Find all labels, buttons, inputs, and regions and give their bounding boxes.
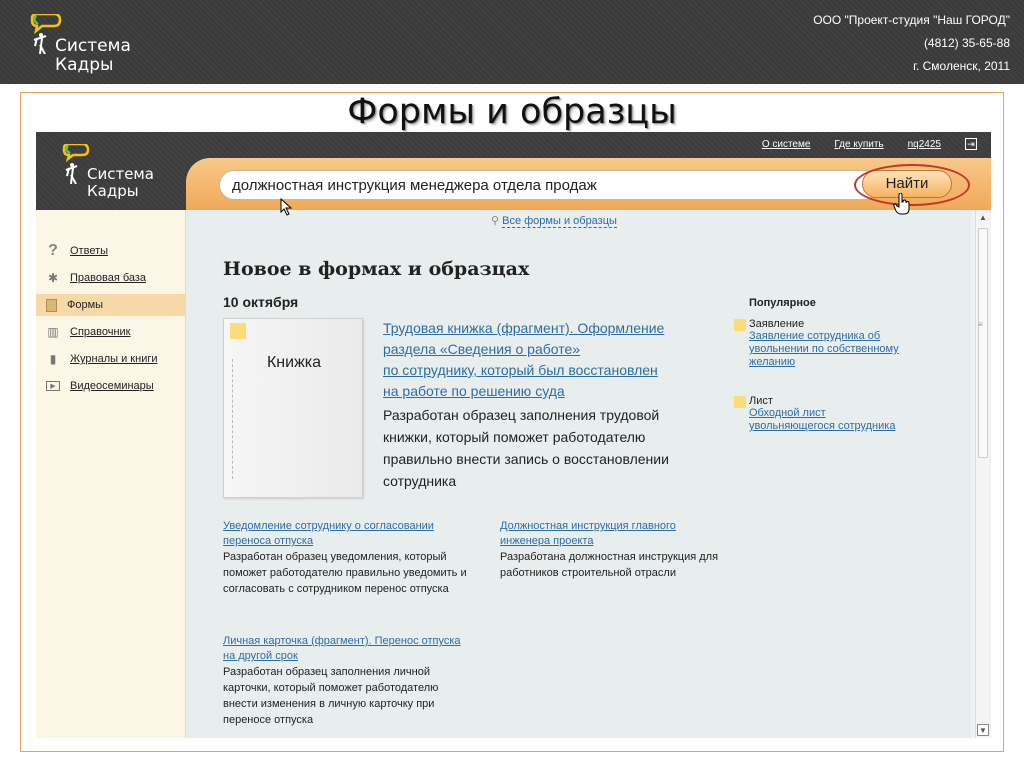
popular-item-title: Заявление (749, 318, 805, 330)
sidebar-item-label: Ответы (70, 245, 109, 257)
highlight-ring (854, 164, 970, 206)
book-thumbnail[interactable]: Книжка (223, 318, 363, 498)
feature-link[interactable]: Трудовая книжка (фрагмент). Оформление р… (383, 318, 703, 402)
sidebar: ? Ответы ✱ Правовая база Формы ▥ Справоч… (36, 210, 186, 738)
app-window: Система Кадры О системе Где купить nq242… (36, 132, 991, 738)
popular-item-link[interactable]: Обходной лист увольняющегося сотрудника (749, 407, 904, 433)
form-card: Личная карточка (фрагмент). Перенос отпу… (223, 634, 468, 728)
company-phone: (4812) 35-65-88 (923, 36, 1010, 50)
video-icon: ▶ (46, 381, 60, 391)
feature-link-line: Трудовая книжка (фрагмент). Оформление (383, 320, 665, 336)
scroll-grip-icon: ≡ (978, 320, 983, 329)
feature-link-line: на работе по решению суда (383, 383, 565, 399)
all-forms-label: Все формы и образцы (502, 215, 617, 228)
scroll-up-icon[interactable]: ▲ (977, 212, 989, 224)
slide-title: Формы и образцы (347, 92, 677, 132)
sidebar-item-law[interactable]: ✱ Правовая база (36, 267, 186, 289)
feature-description: Разработан образец заполнения трудовой к… (383, 407, 669, 489)
link-user[interactable]: nq2425 (908, 139, 941, 150)
popular-item: Лист Обходной лист увольняющегося сотруд… (734, 395, 904, 433)
sidebar-item-forms[interactable]: Формы (36, 294, 186, 316)
top-links: О системе Где купить nq2425 ⇥ (762, 138, 977, 150)
book-icon: ▥ (47, 325, 59, 339)
sidebar-item-answers[interactable]: ? Ответы (36, 240, 186, 262)
company-info: ООО "Проект-студия "Наш ГОРОД" (4812) 35… (813, 9, 1010, 78)
form-card: Уведомление сотруднику о согласовании пе… (223, 519, 473, 597)
emblem-icon: ✱ (47, 271, 59, 285)
app-logo-icon (62, 144, 90, 184)
sidebar-item-journals[interactable]: ▮ Журналы и книги (36, 348, 186, 370)
main-content: ⚲ Все формы и образцы Новое в формах и о… (186, 210, 971, 738)
tag-icon (734, 396, 746, 408)
form-card-link[interactable]: Уведомление сотруднику о согласовании пе… (223, 519, 473, 549)
link-buy[interactable]: Где купить (834, 139, 883, 150)
form-card-desc: Разработана должностная инструкция для р… (500, 551, 719, 579)
company-city: г. Смоленск, 2011 (913, 59, 1010, 73)
popular-item: Заявление Заявление сотрудника об увольн… (734, 318, 904, 369)
popular-item-title: Лист (749, 395, 773, 407)
logo-text: Система Кадры (55, 37, 131, 75)
scroll-down-icon[interactable]: ▼ (977, 724, 989, 736)
app-logo-line2: Кадры (87, 182, 139, 200)
company-name: ООО "Проект-студия "Наш ГОРОД" (813, 13, 1010, 27)
popular-item-link[interactable]: Заявление сотрудника об увольнении по со… (749, 330, 904, 369)
feature-link-line: по сотруднику, который был восстановлен (383, 362, 658, 378)
sidebar-item-label: Справочник (70, 326, 131, 338)
sidebar-item-label: Журналы и книги (70, 353, 158, 365)
form-icon (46, 298, 57, 312)
arrow-cursor-icon (280, 198, 293, 216)
form-card-link[interactable]: Личная карточка (фрагмент). Перенос отпу… (223, 634, 468, 664)
search-value: должностная инструкция менеджера отдела … (232, 177, 597, 194)
question-icon: ? (48, 242, 58, 259)
popular-title: Популярное (749, 297, 816, 309)
pin-icon: ⚲ (491, 215, 500, 227)
exit-icon[interactable]: ⇥ (965, 138, 977, 150)
form-card-desc: Разработан образец уведомления, который … (223, 551, 467, 595)
journals-icon: ▮ (49, 352, 57, 366)
sidebar-item-label: Видеосеминары (70, 380, 154, 392)
scrollbar[interactable]: ▲ ≡ ▼ (975, 210, 989, 738)
app-logo-line1: Система (87, 165, 154, 183)
section-date: 10 октября (223, 294, 299, 310)
slide-header: Система Кадры ООО "Проект-студия "Наш ГО… (0, 0, 1024, 84)
sidebar-item-label: Правовая база (70, 272, 147, 284)
scroll-thumb[interactable] (978, 228, 988, 458)
logo-line1: Система (55, 36, 131, 56)
tag-icon (734, 319, 746, 331)
sidebar-item-label: Формы (67, 299, 104, 311)
logo-line2: Кадры (55, 55, 114, 75)
section-heading: Новое в формах и образцах (223, 258, 530, 280)
link-about[interactable]: О системе (762, 139, 811, 150)
form-card: Должностная инструкция главного инженера… (500, 519, 725, 581)
book-label: Книжка (266, 354, 322, 371)
form-card-desc: Разработан образец заполнения личной кар… (223, 666, 439, 726)
all-forms-link[interactable]: ⚲ Все формы и образцы (491, 214, 617, 228)
search-input[interactable]: должностная инструкция менеджера отдела … (219, 170, 879, 200)
hand-cursor-icon (893, 193, 910, 215)
form-card-link[interactable]: Должностная инструкция главного инженера… (500, 519, 725, 549)
feature-link-line: раздела «Сведения о работе» (383, 341, 581, 357)
tag-icon (230, 323, 246, 339)
sidebar-item-video[interactable]: ▶ Видеосеминары (36, 375, 186, 397)
app-logo-text: Система Кадры (87, 166, 154, 200)
book-binding (232, 359, 234, 479)
sidebar-item-reference[interactable]: ▥ Справочник (36, 321, 186, 343)
